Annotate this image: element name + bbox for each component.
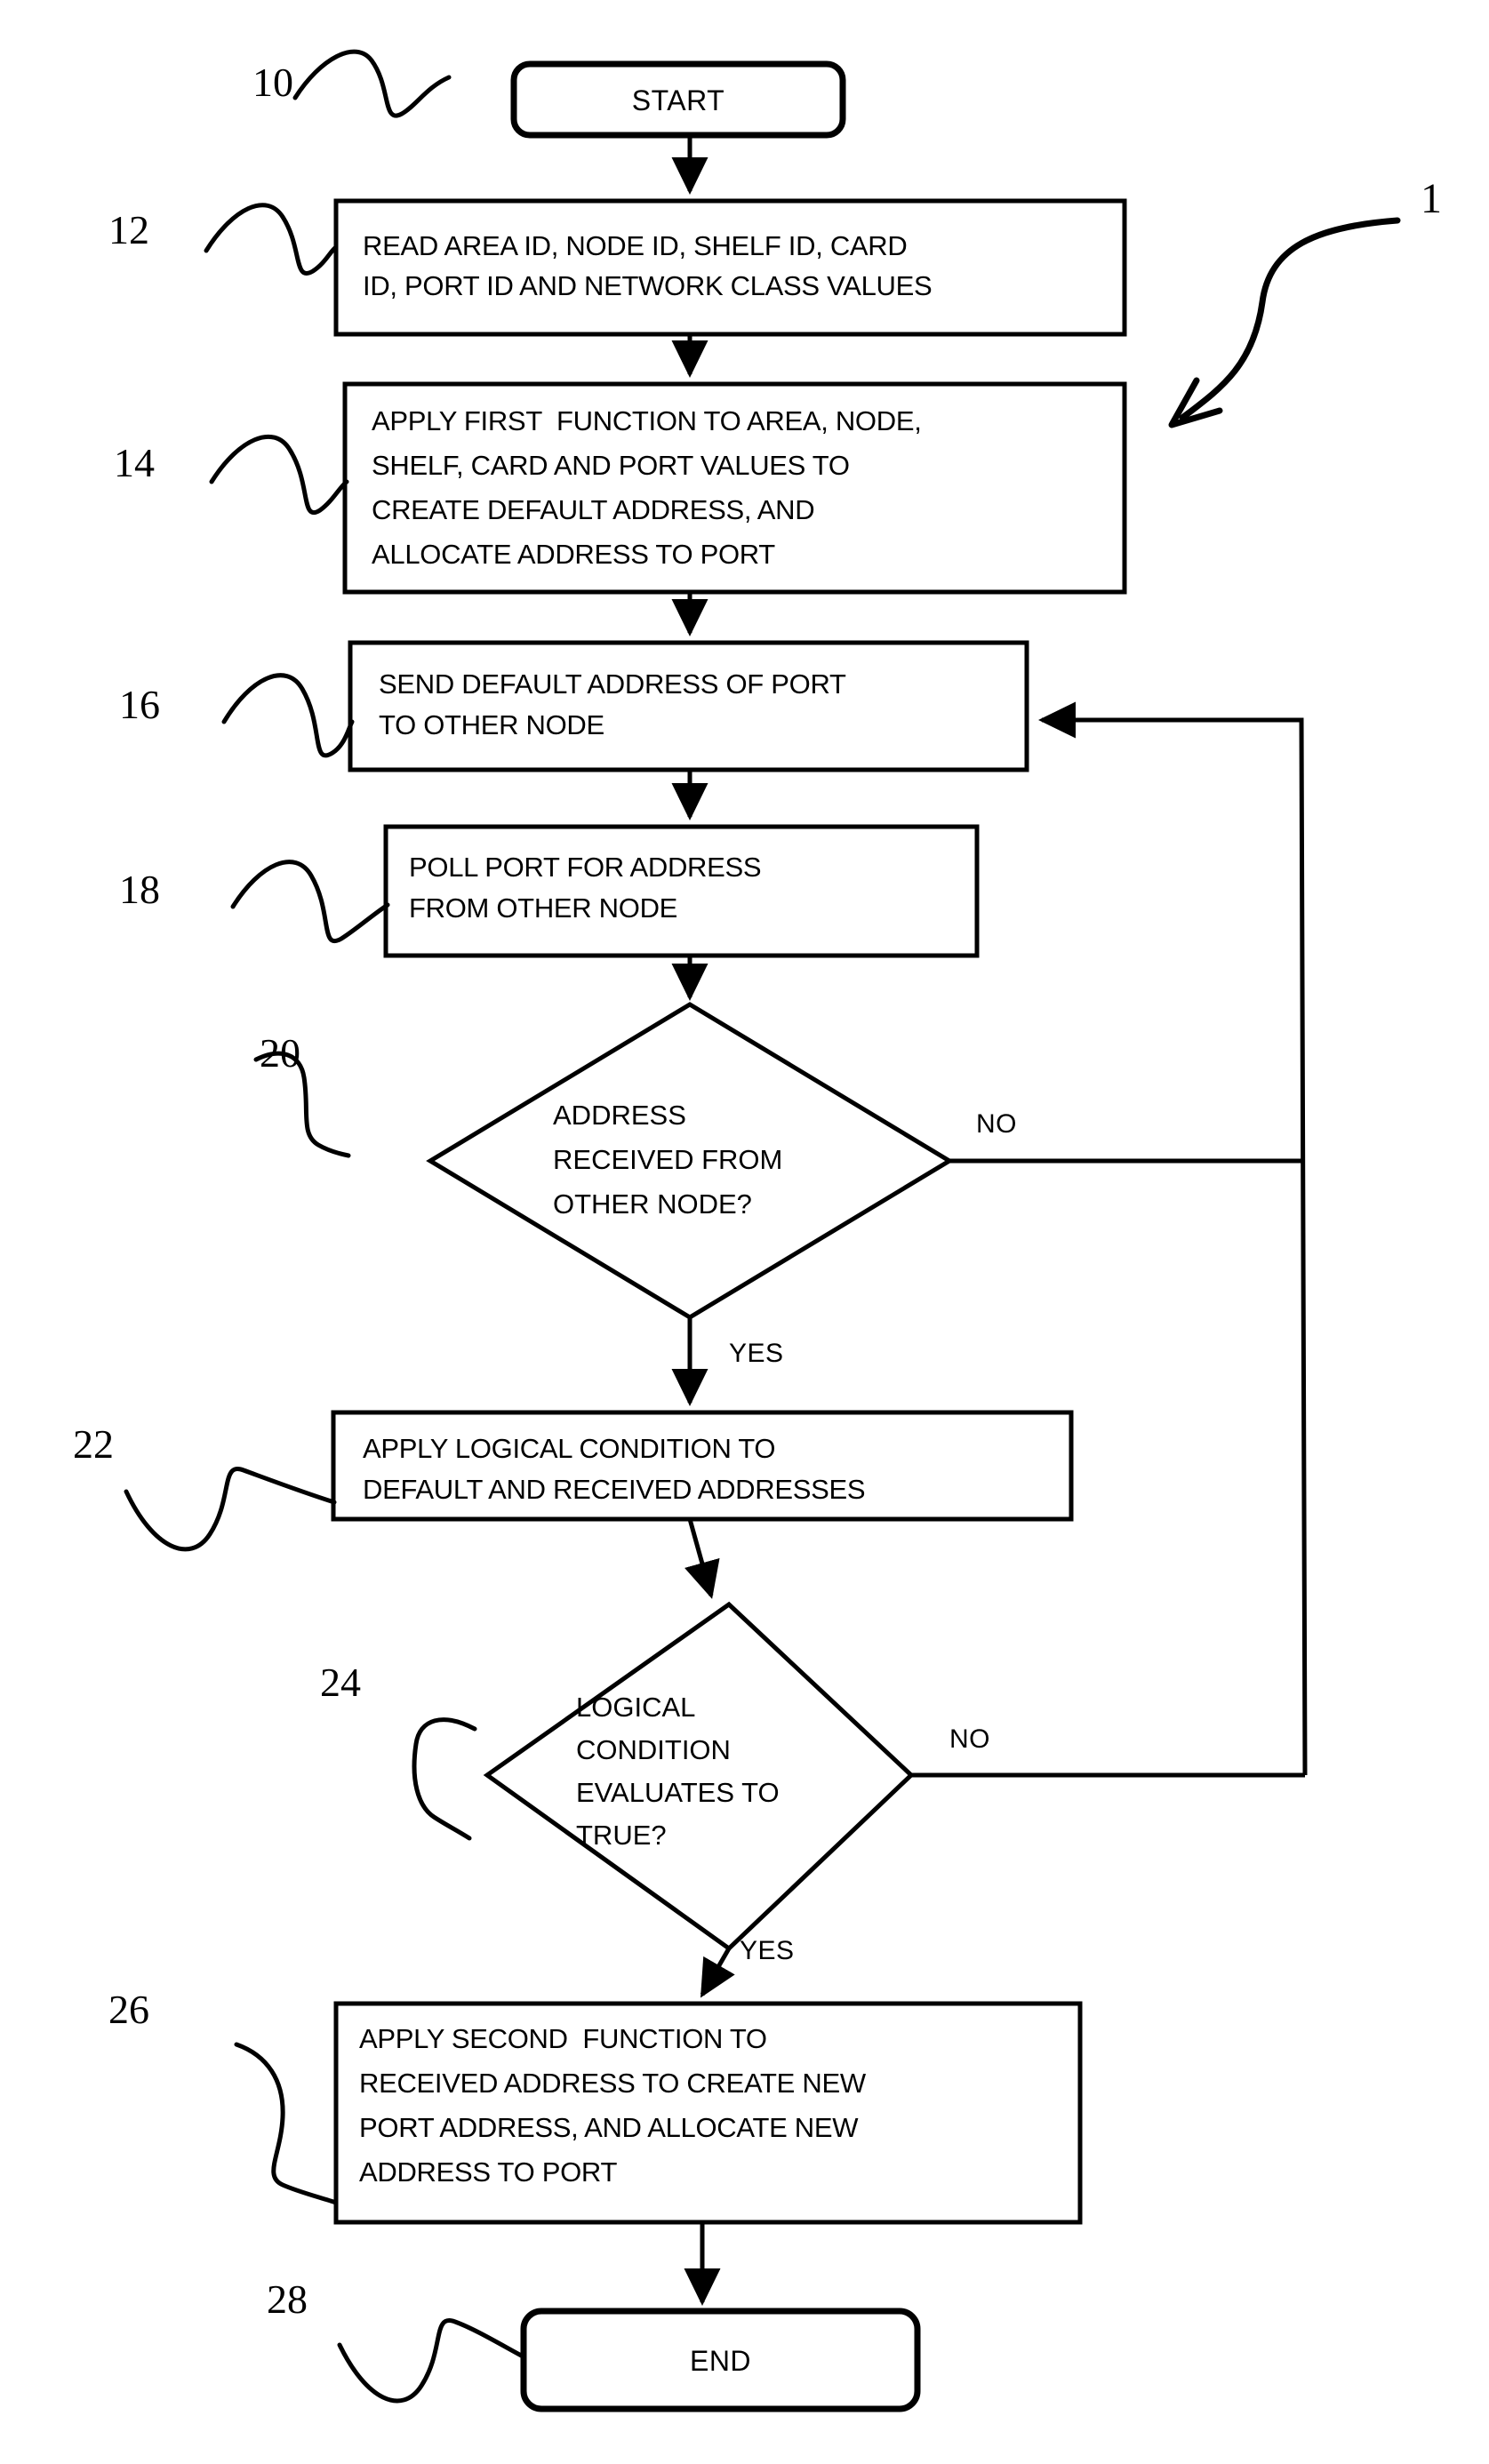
address-received-decision-text-line-1: ADDRESS: [553, 1100, 686, 1131]
apply-first-function-shape: [342, 381, 1127, 595]
leader-line-28: [337, 2318, 527, 2404]
ref-num-18: 18: [119, 867, 160, 912]
apply-logical-condition-shape: [331, 1410, 1074, 1522]
leader-line-10: [292, 49, 452, 118]
address-received-decision-text-line-2: RECEIVED FROM: [553, 1144, 783, 1175]
apply-second-function-shape: [333, 2001, 1083, 2225]
connector-22-to-24: [684, 1518, 720, 1599]
ref-num-26: 26: [108, 1987, 149, 2032]
ref-num-28: 28: [267, 2276, 308, 2322]
condition-true-decision-text-line-2: CONDITION: [576, 1734, 731, 1765]
end-label: END: [689, 2345, 752, 2377]
branch-label-24-yes: YES: [740, 1936, 795, 1965]
connector-24-yes-to-26: [700, 1947, 735, 1998]
condition-true-decision-text-line-1: LOGICAL: [576, 1692, 696, 1723]
branch-label-20-yes: YES: [729, 1339, 784, 1368]
patent-flowchart-figure: 1 10 12 14 16 18 20 22 24 26 28 START RE…: [0, 0, 1489, 2464]
figure-label-arrowhead: [1168, 377, 1223, 428]
condition-true-decision-text-line-4: TRUE?: [576, 1820, 667, 1851]
ref-num-12: 12: [108, 207, 149, 252]
poll-port-shape: [383, 824, 980, 958]
connector-feedback-return-to-16: [1037, 701, 1308, 1776]
address-received-decision-text-line-3: OTHER NODE?: [553, 1188, 752, 1220]
leader-line-18: [230, 860, 390, 943]
leader-line-14: [209, 434, 349, 515]
send-default-address-shape: [348, 640, 1029, 772]
ref-num-20: 20: [260, 1030, 300, 1076]
ref-num-16: 16: [119, 682, 160, 727]
leader-line-12: [204, 203, 339, 276]
ref-num-24: 24: [320, 1660, 361, 1705]
condition-true-decision-text-line-3: EVALUATES TO: [576, 1777, 780, 1808]
ref-num-10: 10: [252, 60, 293, 105]
figure-number: 1: [1421, 175, 1442, 222]
start-label: START: [631, 84, 725, 116]
figure-label-arrow: [1179, 217, 1401, 421]
flowchart-shapes-and-connectors: [124, 49, 1401, 2412]
ref-num-14: 14: [114, 440, 155, 485]
leader-line-16: [221, 673, 355, 758]
leader-line-22: [124, 1467, 337, 1552]
branch-label-24-no: NO: [949, 1724, 990, 1754]
leader-line-26: [234, 2042, 339, 2205]
leader-line-24: [412, 1717, 477, 1841]
branch-label-20-no: NO: [976, 1109, 1017, 1139]
ref-num-22: 22: [73, 1421, 114, 1467]
read-values-shape: [333, 198, 1127, 337]
